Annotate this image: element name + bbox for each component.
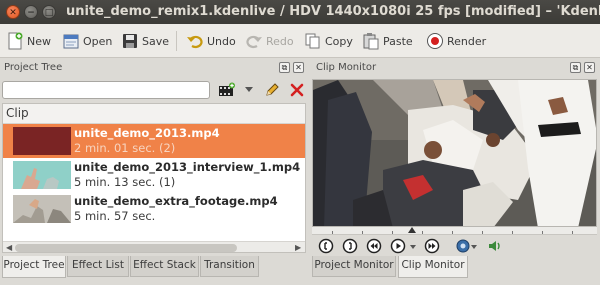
ruler-tick [542, 231, 543, 234]
tab-project-tree[interactable]: Project Tree [2, 256, 66, 278]
set-zone-end-icon[interactable] [342, 238, 358, 254]
redo-button-label: Redo [266, 34, 294, 48]
save-button[interactable]: Save [121, 30, 169, 52]
toolbar-separator [176, 31, 177, 51]
clip-column-label: Clip [6, 106, 29, 120]
clip-meta: 5 min. 57 sec. [74, 209, 156, 223]
tab-effect-stack[interactable]: Effect Stack [130, 256, 199, 277]
clip-monitor-controls [312, 236, 597, 256]
forward-icon[interactable] [424, 238, 440, 254]
tab-project-monitor[interactable]: Project Monitor [312, 256, 396, 277]
clip-search-input[interactable] [2, 81, 210, 99]
playhead-marker-icon[interactable] [408, 227, 416, 233]
window-minimize-button[interactable]: − [24, 5, 38, 19]
clip-meta: 5 min. 13 sec. (1) [74, 175, 176, 189]
tab-clip-monitor[interactable]: Clip Monitor [398, 256, 468, 278]
clip-monitor-ruler[interactable] [312, 227, 597, 235]
clip-monitor-close-button[interactable]: ✕ [584, 62, 595, 73]
play-icon[interactable] [390, 238, 406, 254]
clip-row[interactable]: unite_demo_2013_interview_1.mp4 5 min. 1… [3, 158, 305, 192]
clip-monitor-title: Clip Monitor [316, 62, 377, 73]
add-clip-icon[interactable] [218, 82, 236, 98]
clip-monitor-video[interactable] [312, 79, 597, 227]
ruler-tick [512, 231, 513, 234]
redo-arrow-icon [245, 32, 263, 50]
undo-button[interactable]: Undo [186, 30, 236, 52]
rewind-icon[interactable] [366, 238, 382, 254]
audio-volume-icon[interactable] [487, 238, 503, 254]
set-zone-start-icon[interactable] [318, 238, 334, 254]
clip-meta: 2 min. 01 sec. (2) [74, 141, 176, 155]
window-maximize-button[interactable]: □ [42, 5, 56, 19]
video-frame [313, 80, 596, 226]
right-dock-tabs: Project Monitor Clip Monitor [312, 256, 600, 278]
new-button-label: New [27, 34, 51, 48]
window-title: unite_demo_remix1.kdenlive / HDV 1440x10… [66, 4, 600, 19]
scrollbar-thumb[interactable] [15, 244, 237, 252]
save-disk-icon [121, 32, 139, 50]
render-record-icon [426, 32, 444, 50]
clip-name: unite_demo_2013_interview_1.mp4 [74, 160, 301, 174]
project-tree-header: Project Tree ⧉ ✕ [0, 60, 309, 76]
main-toolbar: New Open Save Undo Redo Copy Paste Rende… [0, 24, 600, 58]
new-document-icon [6, 32, 24, 50]
window-close-button[interactable]: ✕ [6, 5, 20, 19]
open-folder-icon [62, 32, 80, 50]
save-button-label: Save [142, 34, 170, 48]
clip-thumbnail [13, 161, 71, 189]
tab-effect-list[interactable]: Effect List [67, 256, 129, 277]
paste-button[interactable]: Paste [362, 30, 413, 52]
delete-clip-icon[interactable] [289, 82, 305, 98]
project-tree-list: Clip unite_demo_2013.mp4 2 min. 01 sec. … [2, 103, 306, 253]
clip-thumbnail [13, 127, 71, 155]
clip-name: unite_demo_2013.mp4 [74, 126, 220, 140]
title-bar: ✕ − □ unite_demo_remix1.kdenlive / HDV 1… [0, 0, 600, 24]
clip-monitor-float-button[interactable]: ⧉ [570, 62, 581, 73]
ruler-tick [572, 231, 573, 234]
copy-icon [304, 32, 322, 50]
render-button-label: Render [447, 34, 487, 48]
left-dock-tabs: Project Tree Effect List Effect Stack Tr… [2, 256, 306, 278]
ruler-tick [392, 231, 393, 234]
ruler-tick [482, 231, 483, 234]
ruler-tick [362, 231, 363, 234]
copy-button[interactable]: Copy [304, 30, 353, 52]
paste-clipboard-icon [362, 32, 380, 50]
clip-monitor-header: Clip Monitor ⧉ ✕ [312, 60, 600, 76]
clip-name: unite_demo_extra_footage.mp4 [74, 194, 278, 208]
project-tree-float-button[interactable]: ⧉ [279, 62, 290, 73]
open-button-label: Open [83, 34, 113, 48]
open-button[interactable]: Open [62, 30, 112, 52]
clip-thumbnail [13, 195, 71, 223]
monitor-view-options-icon[interactable] [456, 238, 478, 254]
tab-transition[interactable]: Transition [200, 256, 259, 277]
add-clip-dropdown-icon[interactable] [244, 84, 254, 94]
project-tree-title: Project Tree [4, 62, 63, 73]
ruler-tick [422, 231, 423, 234]
scroll-right-icon[interactable]: ▶ [295, 243, 301, 252]
new-button[interactable]: New [6, 30, 51, 52]
scroll-left-icon[interactable]: ◀ [6, 243, 12, 252]
ruler-tick [452, 231, 453, 234]
paste-button-label: Paste [383, 34, 413, 48]
play-options-dropdown-icon[interactable] [408, 238, 418, 254]
redo-button[interactable]: Redo [245, 30, 294, 52]
copy-button-label: Copy [325, 34, 353, 48]
clip-row[interactable]: unite_demo_2013.mp4 2 min. 01 sec. (2) [3, 124, 305, 158]
undo-arrow-icon [186, 32, 204, 50]
ruler-tick [332, 231, 333, 234]
render-button[interactable]: Render [426, 30, 486, 52]
project-tree-horizontal-scrollbar[interactable]: ◀ ▶ [3, 241, 305, 252]
edit-clip-pencil-icon[interactable] [264, 82, 280, 98]
project-tree-close-button[interactable]: ✕ [293, 62, 304, 73]
clip-column-header[interactable]: Clip [3, 104, 305, 124]
clip-row[interactable]: unite_demo_extra_footage.mp4 5 min. 57 s… [3, 192, 305, 226]
undo-button-label: Undo [207, 34, 236, 48]
project-tree-toolbar [0, 78, 309, 102]
